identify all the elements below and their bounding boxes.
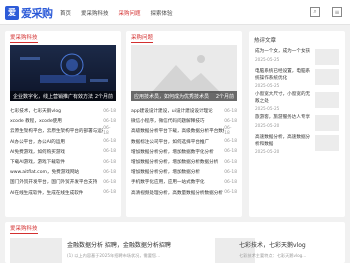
list-item[interactable]: 下载AI游戏，游戏下载软件 06-18 — [10, 157, 116, 167]
article-list: 七彩技术，七彩天鹅vlog 06-18 xcode 教程，xcode使用 06-18… — [10, 106, 116, 198]
logo-text: 爱采购 — [21, 6, 53, 20]
list-item[interactable]: 七彩技术，七彩天鹅vlog 06-18 — [10, 106, 116, 116]
list-item[interactable]: www.aitflat.com，免费游戏网站 06-18 — [10, 167, 116, 177]
list-item[interactable]: 国门外贸开发平台，国门外贸开发平台支持 06-18 — [10, 177, 116, 187]
menu-icon[interactable]: ≡ — [332, 7, 342, 17]
list-item[interactable]: 成为一个女，成为一个女孩 2025-05-25 — [249, 49, 345, 65]
card-header: 爱采购科技 — [5, 222, 345, 236]
hot-articles-card: 热评文章 成为一个女，成为一个女孩 2025-05-25 电脑系统已经设置，电脑系… — [249, 31, 345, 217]
list-item[interactable]: 增加数据分析分析，增加数据数字化分析 06-18 — [131, 147, 237, 157]
list-item[interactable]: AI免费游戏，如何购买游戏 06-18 — [10, 147, 116, 157]
thumbnail[interactable] — [10, 238, 62, 263]
top-navigation-bar: 爱 爱采购 首页 爱采购科技 采购问题 探索体验 ⌕ ≡ — [0, 0, 350, 25]
card-title: 采购问题 — [131, 35, 154, 43]
card-title: 爱采购科技 — [10, 226, 38, 234]
top-icons: ⌕ ≡ — [298, 7, 342, 17]
logo[interactable]: 爱 爱采购 — [5, 4, 53, 21]
list-item[interactable]: 电脑系统已经设置，电脑系统操作系统优化 2025-05-25 — [249, 69, 345, 88]
bottom-article-right[interactable]: 七彩技术，七彩天鹅vlog 七彩技术主要特点：七彩天鹅vlog... — [239, 240, 339, 259]
featured-caption-text: 应用技术员，如何成为优秀技术员 — [134, 93, 210, 100]
card-header: 爱采购科技 — [5, 31, 121, 45]
thumbnail — [315, 49, 339, 65]
card-header: 热评文章 — [249, 31, 345, 49]
nav-item-explore[interactable]: 探索体验 — [151, 9, 173, 17]
bottom-article-left[interactable]: 金融数据分析 招聘，金融数据分析招聘 (1) 以上内容基于2025年招聘市场状况… — [67, 240, 207, 259]
search-icon[interactable]: ⌕ — [310, 7, 320, 17]
card-title: 热评文章 — [254, 38, 277, 44]
featured-image[interactable]: 企业数字化，线上营销推广有效方法 2个月前 — [10, 45, 116, 101]
logo-mark: 爱 — [5, 5, 19, 20]
featured-caption-time: 2个月前 — [215, 93, 234, 100]
list-item[interactable]: AI办公平台，办公AI的运用 06-18 — [10, 137, 116, 147]
featured-caption-text: 企业数字化，线上营销推广有效方法 — [13, 93, 94, 100]
featured-caption: 企业数字化，线上营销推广有效方法 2个月前 — [10, 91, 116, 101]
list-item[interactable]: 云原生架构平台，云原生架构平台的部署与运行 06-18 — [10, 126, 116, 136]
nav-item-tech[interactable]: 爱采购科技 — [81, 9, 109, 17]
list-item[interactable]: 增加数据分析分析，增加数据分析 06-18 — [131, 167, 237, 177]
list-item[interactable]: 高级数据分析平台下载，高级数据分析平台数据 06-18 — [131, 126, 237, 136]
list-item[interactable]: 数据标注公司平台，如何选择平台推广 06-18 — [131, 137, 237, 147]
thumbnail — [315, 135, 339, 151]
featured-caption: 应用技术员，如何成为优秀技术员 2个月前 — [131, 91, 237, 101]
card-title: 爱采购科技 — [10, 35, 38, 43]
thumbnail — [315, 92, 339, 108]
list-item[interactable]: xcode 教程，xcode使用 06-18 — [10, 116, 116, 126]
featured-image[interactable]: 应用技术员，如何成为优秀技术员 2个月前 — [131, 45, 237, 101]
list-item[interactable]: 小窗宽大尺寸，小窗宽的无敌之处 2025-05-25 — [249, 92, 345, 111]
nav-item-home[interactable]: 首页 — [60, 9, 71, 17]
article-list: app建设设计建设，ui设计建设设计理论 06-18 微信小程序，微信代码问题解释… — [131, 106, 237, 198]
list-item[interactable]: 旅游客，旅游服务达人专享 2025-05-20 — [249, 115, 345, 131]
nav-item-purchase[interactable]: 采购问题 — [119, 9, 141, 17]
list-item[interactable]: app建设设计建设，ui设计建设设计理论 06-18 — [131, 106, 237, 116]
list-item[interactable]: 手机数字化应用，应用一站式数字化 06-18 — [131, 177, 237, 187]
bottom-card: 爱采购科技 金融数据分析 招聘，金融数据分析招聘 (1) 以上内容基于2025年… — [5, 222, 345, 263]
list-item[interactable]: AI在线生成软件，生成在线生成软件 06-18 — [10, 188, 116, 198]
purchase-card: 采购问题 应用技术员，如何成为优秀技术员 2个月前 app建设设计建设，ui设计… — [126, 31, 242, 217]
list-item[interactable]: 高速数据分析，高速数据分析和数据 2025-05-20 — [249, 135, 345, 154]
tech-card: 爱采购科技 企业数字化，线上营销推广有效方法 2个月前 七彩技术，七彩天鹅vlo… — [5, 31, 121, 217]
list-item[interactable]: 增加数据分析分析，增加数据分析数据分析 06-18 — [131, 157, 237, 167]
list-item[interactable]: 高清视频处理分析，高数量数据分析数据分析 06-18 — [131, 188, 237, 198]
main-nav: 首页 爱采购科技 采购问题 探索体验 — [60, 0, 183, 25]
list-item[interactable]: 微信小程序，微信代码问题解释技巧 06-18 — [131, 116, 237, 126]
featured-caption-time: 2个月前 — [94, 93, 113, 100]
thumbnail — [315, 69, 339, 85]
thumbnail — [315, 115, 339, 131]
card-header: 采购问题 — [126, 31, 242, 45]
